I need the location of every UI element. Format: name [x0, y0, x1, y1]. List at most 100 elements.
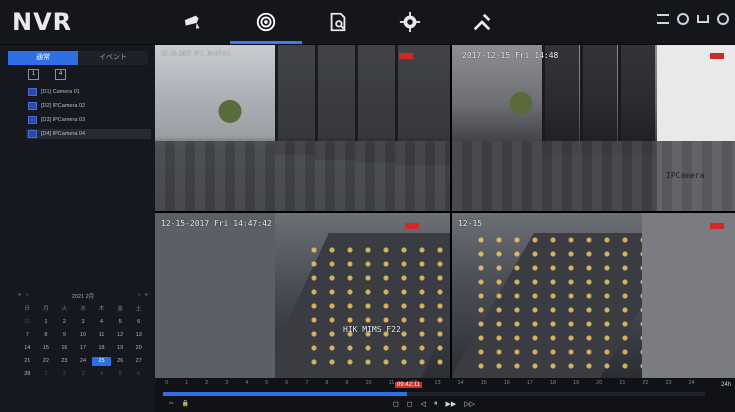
timeline-tick-label: 6 [285, 380, 289, 386]
pause-icon[interactable]: ⏸ [434, 400, 438, 408]
calendar-weekday: 水 [80, 306, 86, 312]
step-icon[interactable]: ▷▷ [464, 400, 475, 408]
cut-icon[interactable]: ✂ [169, 401, 174, 407]
calendar-day[interactable]: 6 [129, 370, 148, 379]
calendar-day[interactable]: 5 [111, 370, 130, 379]
calendar-day[interactable]: 22 [37, 357, 56, 366]
camera-item[interactable]: [D2] IPCamera 02 [26, 101, 151, 111]
view-1-button[interactable]: 1 [28, 69, 39, 80]
calendar-next[interactable]: ›» [138, 292, 148, 301]
playback-controls: ◻ ◻ ◁ ⏸ ▶▶ ▷▷ [393, 400, 475, 408]
calendar-day[interactable]: 3 [74, 318, 93, 327]
calendar-day[interactable]: 4 [92, 370, 111, 379]
refresh-icon[interactable] [677, 13, 689, 25]
camera-label: [D1] Camera 01 [41, 89, 80, 95]
double-left-icon[interactable]: « [18, 292, 21, 301]
tab-event[interactable]: イベント [78, 51, 148, 65]
file-search-icon [330, 12, 346, 32]
calendar-day[interactable]: 27 [129, 357, 148, 366]
calendar-day[interactable]: 2 [55, 370, 74, 379]
calendar-day[interactable]: 6 [129, 318, 148, 327]
lock-icon[interactable]: 🔒 [182, 401, 189, 407]
timeline-tick-label: 8 [325, 380, 329, 386]
calendar-day[interactable]: 3 [74, 370, 93, 379]
calendar-day[interactable]: 15 [37, 344, 56, 353]
timeline-zoom[interactable]: 24h [721, 382, 731, 388]
right-icon[interactable]: › [138, 292, 140, 301]
video-tile[interactable]: 12-15-2017 Fri 14:47:41 [155, 45, 450, 211]
nav-settings[interactable] [374, 0, 446, 44]
timeline-tick-label: 23 [665, 380, 672, 386]
calendar-day[interactable]: 20 [129, 344, 148, 353]
calendar-day[interactable]: 28 [18, 370, 37, 379]
calendar-month: 2021 2月 [71, 294, 95, 300]
camera-label: [D4] IPCamera 04 [41, 131, 86, 137]
stop-icon[interactable]: ◻ [393, 400, 399, 408]
calendar-day[interactable]: 16 [55, 344, 74, 353]
logout-icon[interactable] [697, 15, 709, 23]
calendar-day[interactable]: 1 [37, 318, 56, 327]
sidebar-tabs: 通常 イベント [8, 51, 148, 65]
view-4-button[interactable]: 4 [55, 69, 66, 80]
camera-list: [D1] Camera 01 [D2] IPCamera 02 [D3] IPC… [26, 87, 151, 143]
checkbox[interactable] [28, 102, 37, 110]
timeline[interactable]: 0123456789101112131415161718192021222324… [155, 378, 735, 412]
calendar-prev[interactable]: «‹ [18, 292, 28, 301]
calendar-day[interactable]: 19 [111, 344, 130, 353]
osd-camera-name: HIK MIMS F22 [343, 325, 401, 334]
nav-maintenance[interactable] [446, 0, 518, 44]
window-glass [580, 45, 617, 155]
checkbox[interactable] [28, 116, 37, 124]
nav-search[interactable] [302, 0, 374, 44]
left-icon[interactable]: ‹ [26, 292, 28, 301]
video-tile[interactable]: 12-15 [452, 213, 735, 378]
calendar-day[interactable]: 4 [92, 318, 111, 327]
calendar-day[interactable]: 11 [92, 331, 111, 340]
menu-icon[interactable] [657, 14, 669, 24]
calendar-day[interactable]: 5 [111, 318, 130, 327]
right-tools [657, 13, 729, 25]
calendar-day[interactable]: 13 [129, 331, 148, 340]
calendar-day[interactable]: 2 [55, 318, 74, 327]
tools-icon [473, 13, 491, 31]
checkbox[interactable] [28, 130, 37, 138]
nav-live-view[interactable] [158, 0, 230, 44]
calendar-day[interactable]: 7 [18, 331, 37, 340]
fast-forward-icon[interactable]: ▶▶ [446, 400, 457, 408]
calendar-day[interactable]: 24 [74, 357, 93, 366]
tab-normal[interactable]: 通常 [8, 51, 78, 65]
timeline-tick-label: 24 [688, 380, 695, 386]
power-icon[interactable] [717, 13, 729, 25]
checkbox[interactable] [28, 88, 37, 96]
calendar-day[interactable]: 17 [74, 344, 93, 353]
calendar-day[interactable]: 26 [111, 357, 130, 366]
calendar-day[interactable]: 23 [55, 357, 74, 366]
calendar-day-selected[interactable]: 25 [92, 357, 111, 366]
calendar-day[interactable]: 14 [18, 344, 37, 353]
calendar-day[interactable]: 1 [37, 370, 56, 379]
camera-item[interactable]: [D4] IPCamera 04 [26, 129, 151, 139]
calendar-day[interactable]: 12 [111, 331, 130, 340]
video-tile[interactable]: 2017-12-15 Fri 14:48 IPCamera [452, 45, 735, 211]
view-buttons: 1 4 [28, 69, 66, 80]
nav-playback[interactable] [230, 0, 302, 44]
timeline-tick-label: 1 [185, 380, 189, 386]
camera-item[interactable]: [D3] IPCamera 03 [26, 115, 151, 125]
stop-icon[interactable]: ◻ [407, 400, 413, 408]
timeline-track[interactable] [163, 392, 705, 396]
record-badge [399, 53, 413, 59]
calendar-day[interactable]: 8 [37, 331, 56, 340]
timeline-tick-label: 11 [388, 380, 395, 386]
video-tile[interactable]: 12-15-2017 Fri 14:47:42 HIK MIMS F22 [155, 213, 450, 378]
timeline-tick-label: 22 [642, 380, 649, 386]
calendar-day[interactable]: 21 [18, 357, 37, 366]
camera-icon [184, 15, 200, 29]
camera-item[interactable]: [D1] Camera 01 [26, 87, 151, 97]
timeline-tick-label: 7 [305, 380, 309, 386]
calendar-day[interactable]: 9 [55, 331, 74, 340]
double-right-icon[interactable]: » [145, 292, 148, 301]
calendar-day[interactable]: 10 [74, 331, 93, 340]
calendar-day[interactable]: 31 [18, 318, 37, 327]
rewind-icon[interactable]: ◁ [421, 400, 426, 408]
calendar-day[interactable]: 18 [92, 344, 111, 353]
